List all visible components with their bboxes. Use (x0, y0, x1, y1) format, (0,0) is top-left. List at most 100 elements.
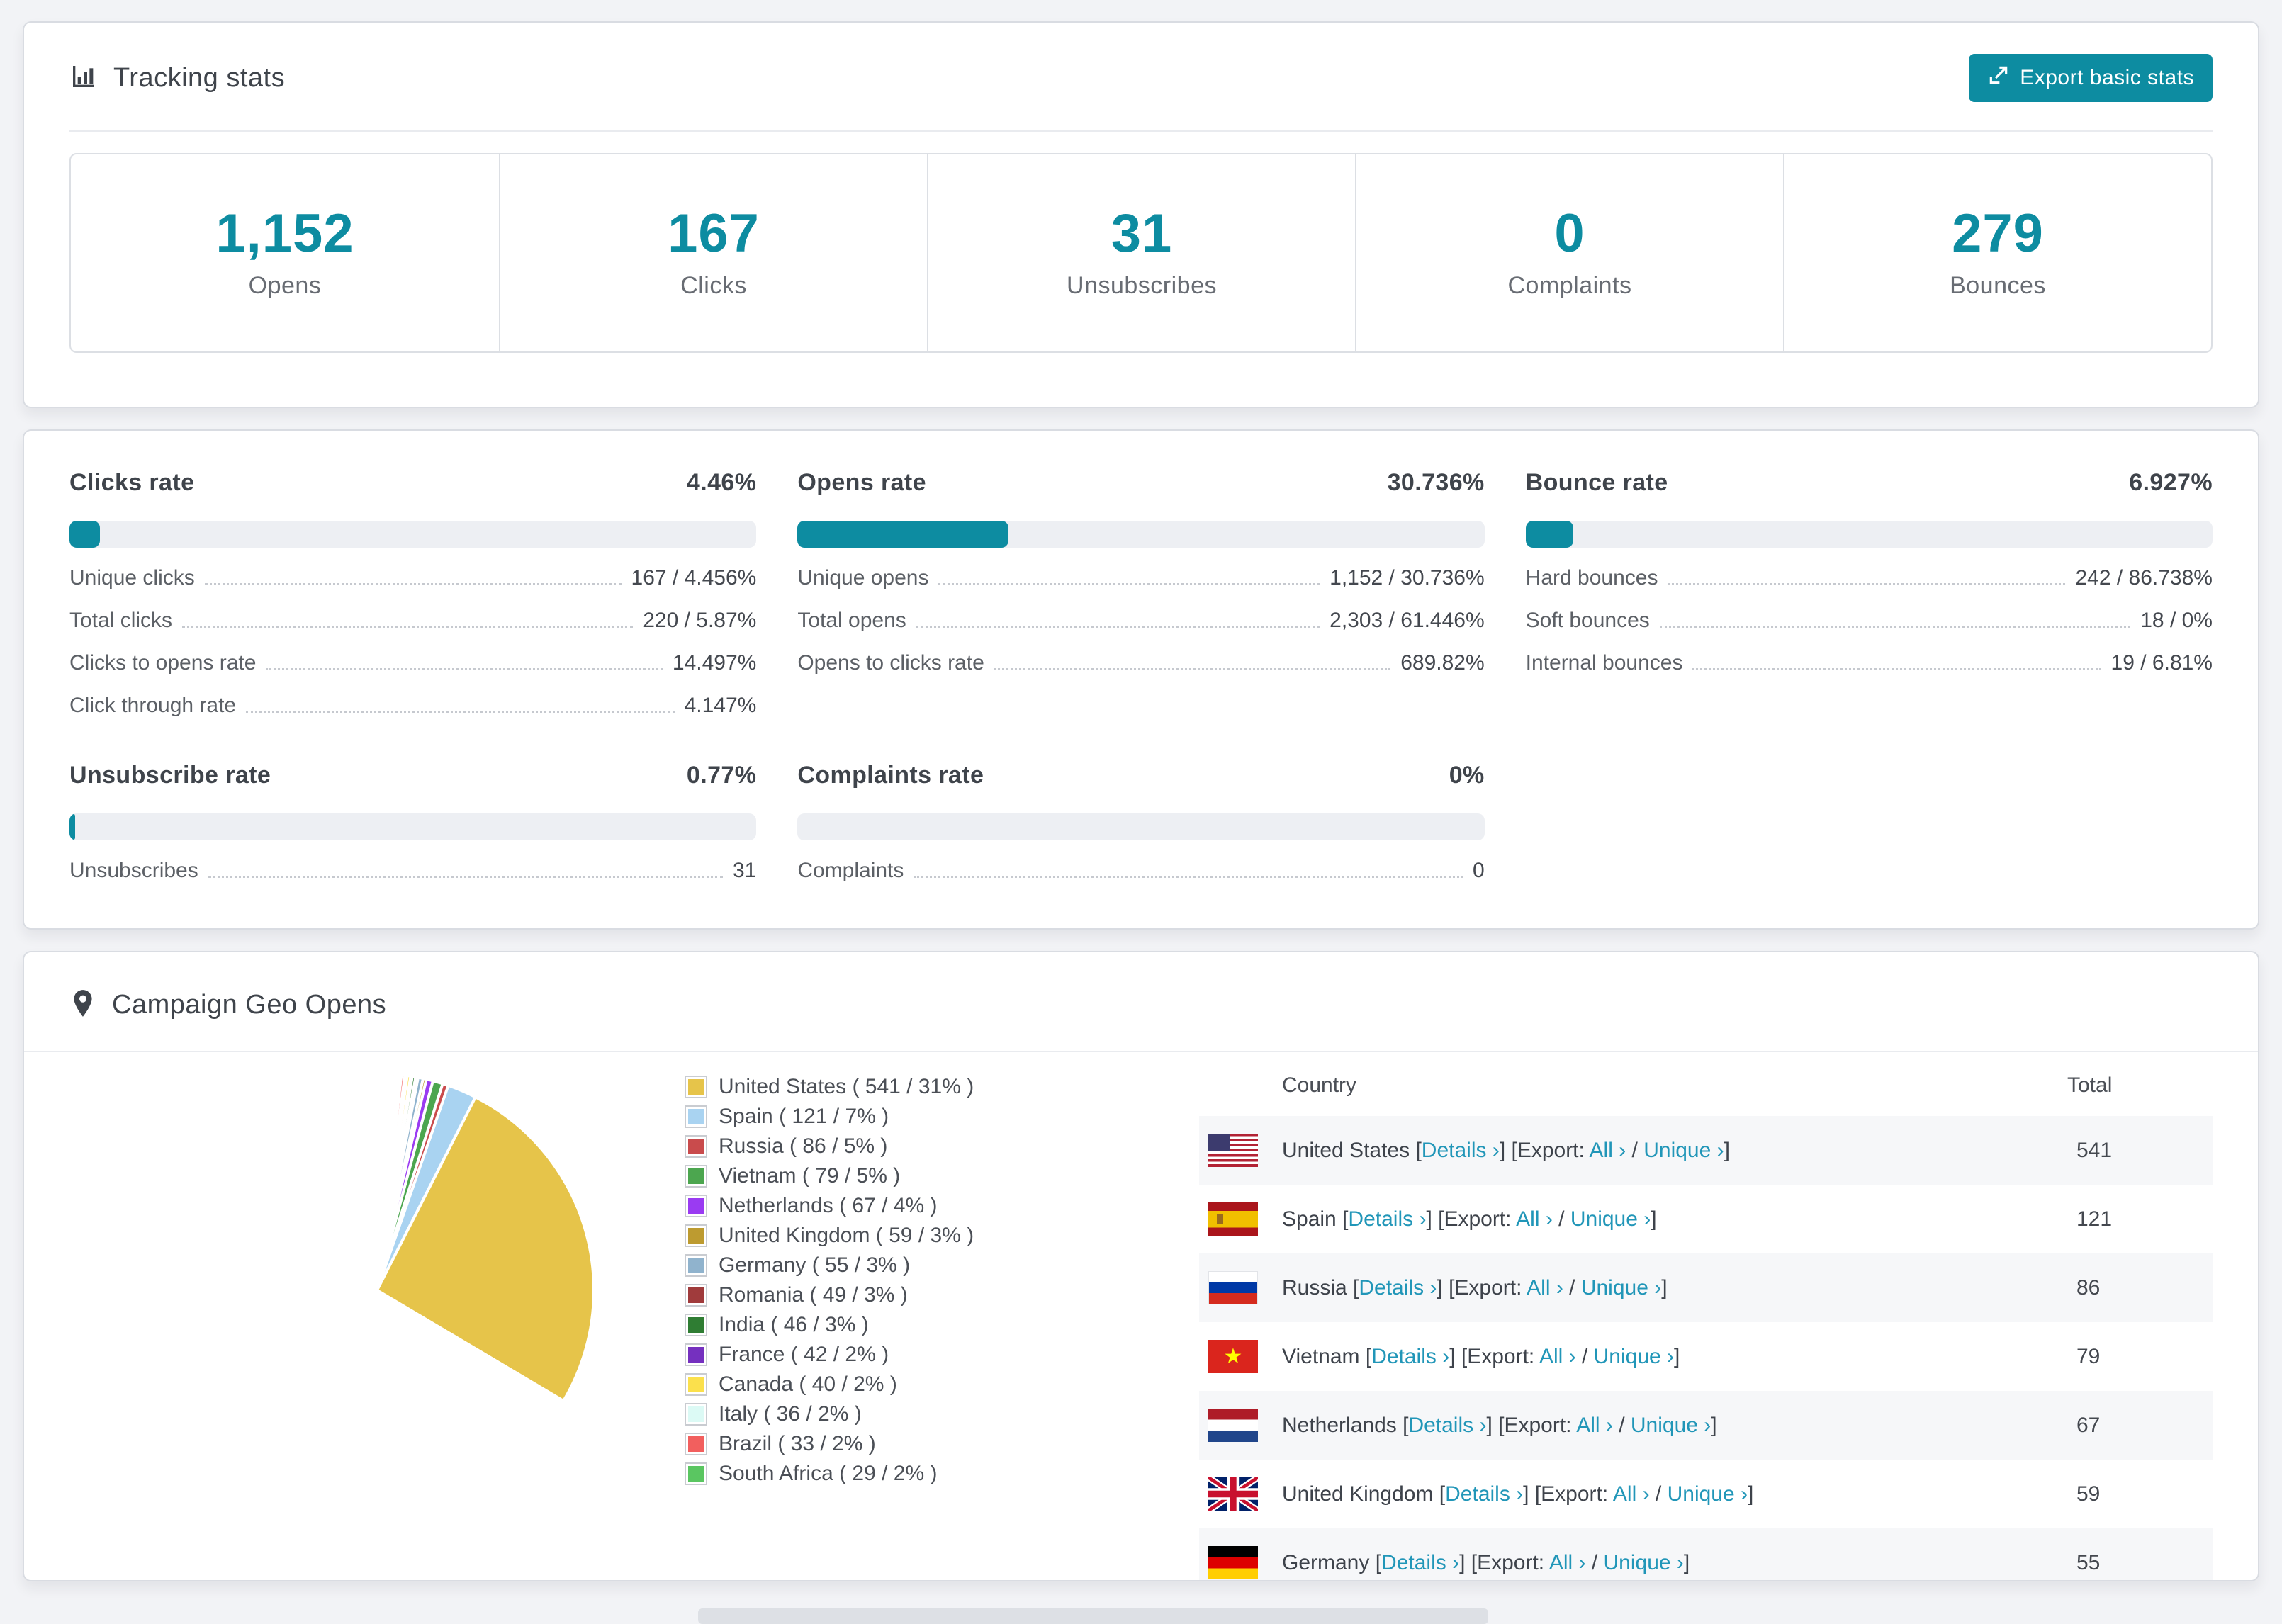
country-cell: United Kingdom [Details ›] [Export: All … (1282, 1482, 1754, 1506)
flag-es-icon (1208, 1202, 1258, 1236)
de-export-all-link[interactable]: All › (1549, 1551, 1586, 1574)
clicks-progress-fill (69, 521, 101, 548)
dotted-leader (1668, 583, 2066, 585)
rate-value: 6.927% (2129, 469, 2213, 496)
rate-detail-value: 18 / 0% (2140, 609, 2213, 632)
legend-item-romania: Romania ( 49 / 3% ) (685, 1280, 1199, 1310)
ru-details-link[interactable]: Details › (1359, 1276, 1437, 1299)
rate-title: Complaints rate (797, 762, 984, 789)
total-cell: 541 (2076, 1138, 2113, 1162)
gb-export-all-link[interactable]: All › (1613, 1482, 1650, 1506)
gb-details-link[interactable]: Details › (1445, 1482, 1523, 1506)
gb-export-unique-link[interactable]: Unique › (1668, 1482, 1748, 1506)
de-export-unique-link[interactable]: Unique › (1604, 1551, 1684, 1574)
ru-export-all-link[interactable]: All › (1527, 1276, 1563, 1299)
country-cell: Vietnam [Details ›] [Export: All › / Uni… (1282, 1344, 1680, 1368)
stat-label: Unsubscribes (1067, 271, 1217, 299)
country-row-gb: United Kingdom [Details ›] [Export: All … (1199, 1460, 2213, 1528)
rate-detail-row: Clicks to opens rate 14.497% (69, 651, 756, 675)
country-row-ru: Russia [Details ›] [Export: All › / Uniq… (1199, 1253, 2213, 1322)
rate-detail-row: Internal bounces 19 / 6.81% (1526, 651, 2213, 675)
geo-table-header: Country Total (1199, 1052, 2213, 1116)
summary-stat-unsubscribes: 31 Unsubscribes (927, 154, 1355, 351)
rate-detail-label: Unsubscribes (69, 859, 198, 882)
total-cell: 59 (2076, 1482, 2101, 1506)
nl-export-unique-link[interactable]: Unique › (1631, 1414, 1711, 1437)
vn-details-link[interactable]: Details › (1371, 1345, 1449, 1368)
flag-ru-icon (1208, 1271, 1258, 1304)
rate-detail-row: Opens to clicks rate 689.82% (797, 651, 1484, 675)
rate-head: Opens rate 30.736% (797, 469, 1484, 497)
country-cell: United States [Details ›] [Export: All ›… (1282, 1138, 1730, 1162)
rate-title: Clicks rate (69, 469, 195, 496)
geo-content: United States ( 541 / 31% ) Spain ( 121 … (24, 1052, 2258, 1580)
rate-detail-label: Total opens (797, 609, 906, 632)
dotted-leader (1692, 668, 2101, 670)
rates-row-1: Clicks rate 4.46% Unique clicks 167 / 4.… (69, 469, 2213, 718)
rate-detail-value: 220 / 5.87% (643, 609, 757, 632)
legend-item-vietnam: Vietnam ( 79 / 5% ) (685, 1161, 1199, 1191)
rate-value: 0% (1449, 762, 1485, 789)
vn-export-all-link[interactable]: All › (1539, 1345, 1576, 1368)
rate-detail-label: Soft bounces (1525, 609, 1650, 632)
legend-swatch-icon (685, 1165, 707, 1188)
rate-title: Opens rate (797, 469, 926, 496)
rate-detail-label: Clicks to opens rate (69, 651, 257, 675)
ru-export-unique-link[interactable]: Unique › (1581, 1276, 1661, 1299)
total-column-header: Total (2067, 1073, 2113, 1097)
legend-label: Spain ( 121 / 7% ) (719, 1105, 889, 1128)
de-details-link[interactable]: Details › (1381, 1551, 1459, 1574)
rate-head: Clicks rate 4.46% (69, 469, 756, 497)
bounce-progress-track (1525, 521, 2213, 548)
page-title: Tracking stats (113, 62, 286, 93)
rate-detail-row: Unique clicks 167 / 4.456% (69, 566, 756, 590)
legend-label: Brazil ( 33 / 2% ) (719, 1432, 876, 1455)
geo-opens-pie-chart (376, 1071, 595, 1403)
rates-card: Clicks rate 4.46% Unique clicks 167 / 4.… (23, 429, 2259, 930)
total-cell: 121 (2076, 1207, 2113, 1231)
rate-detail-value: 14.497% (672, 651, 757, 675)
export-basic-stats-button[interactable]: Export basic stats (1969, 54, 2213, 102)
flag-nl-icon (1208, 1409, 1258, 1442)
legend-label: United Kingdom ( 59 / 3% ) (719, 1224, 974, 1247)
rate-rows: Unique clicks 167 / 4.456% Total clicks … (69, 566, 756, 718)
us-details-link[interactable]: Details › (1422, 1139, 1500, 1162)
es-export-unique-link[interactable]: Unique › (1570, 1207, 1651, 1231)
country-row-de: Germany [Details ›] [Export: All › / Uni… (1199, 1528, 2213, 1580)
es-export-all-link[interactable]: All › (1516, 1207, 1553, 1231)
rate-detail-value: 689.82% (1400, 651, 1485, 675)
legend-swatch-icon (685, 1284, 707, 1307)
legend-item-italy: Italy ( 36 / 2% ) (685, 1399, 1199, 1429)
legend-label: Italy ( 36 / 2% ) (719, 1402, 862, 1426)
clicks-rate-panel: Clicks rate 4.46% Unique clicks 167 / 4.… (69, 469, 757, 718)
dotted-leader (266, 668, 663, 670)
vn-export-unique-link[interactable]: Unique › (1594, 1345, 1674, 1368)
rate-detail-label: Click through rate (69, 694, 237, 717)
rate-detail-label: Internal bounces (1525, 651, 1683, 675)
dotted-leader (938, 583, 1320, 585)
country-row-us: United States [Details ›] [Export: All ›… (1199, 1116, 2213, 1185)
rate-detail-row: Hard bounces 242 / 86.738% (1526, 566, 2213, 590)
legend-label: Romania ( 49 / 3% ) (719, 1283, 908, 1307)
rate-detail-label: Unique opens (797, 566, 929, 590)
geo-pie-legend: United States ( 541 / 31% ) Spain ( 121 … (685, 1052, 1199, 1580)
country-cell: Spain [Details ›] [Export: All › / Uniqu… (1282, 1207, 1657, 1231)
summary-stat-clicks: 167 Clicks (499, 154, 927, 351)
dotted-leader (246, 711, 675, 713)
es-details-link[interactable]: Details › (1348, 1207, 1426, 1231)
export-button-label: Export basic stats (2020, 66, 2194, 89)
total-cell: 79 (2076, 1344, 2101, 1368)
legend-item-france: France ( 42 / 2% ) (685, 1340, 1199, 1370)
us-export-all-link[interactable]: All › (1590, 1139, 1626, 1162)
legend-swatch-icon (685, 1076, 707, 1098)
horizontal-scrollbar[interactable] (698, 1608, 1488, 1624)
rate-detail-value: 0 (1472, 859, 1485, 882)
nl-details-link[interactable]: Details › (1408, 1414, 1486, 1437)
bounce-rate-panel: Bounce rate 6.927% Hard bounces 242 / 86… (1525, 469, 2213, 718)
tracking-stats-header: Tracking stats Export basic stats (69, 54, 2213, 102)
nl-export-all-link[interactable]: All › (1576, 1414, 1613, 1437)
total-cell: 86 (2076, 1275, 2101, 1299)
total-cell: 67 (2076, 1413, 2101, 1437)
us-export-unique-link[interactable]: Unique › (1643, 1139, 1724, 1162)
rate-value: 30.736% (1387, 469, 1485, 496)
